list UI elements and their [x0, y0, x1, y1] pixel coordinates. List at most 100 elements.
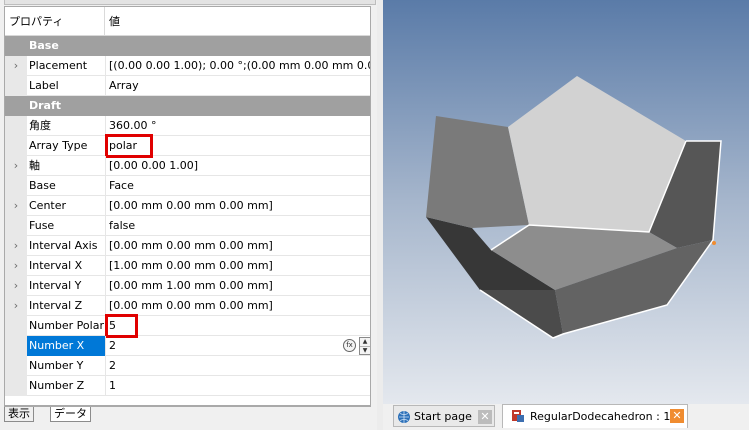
property-row-interval-z[interactable]: › Interval Z [0.00 mm 0.00 mm 0.00 mm]	[5, 296, 370, 316]
property-row-base[interactable]: Base Face	[5, 176, 370, 196]
spin-box[interactable]: ▲ ▼	[359, 337, 370, 355]
property-row-interval-axis[interactable]: › Interval Axis [0.00 mm 0.00 mm 0.00 mm]	[5, 236, 370, 256]
tab-data-label: データ	[54, 407, 87, 420]
property-value[interactable]: false	[105, 216, 370, 236]
property-row-interval-x[interactable]: › Interval X [1.00 mm 0.00 mm 0.00 mm]	[5, 256, 370, 276]
dodecahedron-render[interactable]	[383, 0, 749, 404]
freecad-globe-icon	[398, 411, 410, 423]
property-row-number-y[interactable]: Number Y 2	[5, 356, 370, 376]
property-value[interactable]: 360.00 °	[105, 116, 370, 136]
property-row-row-6[interactable]: › 軸 [0.00 0.00 1.00]	[5, 156, 370, 176]
expand-chevron-icon[interactable]: ›	[5, 56, 27, 76]
property-value-text: 1	[109, 379, 116, 392]
property-name[interactable]: Placement	[27, 56, 105, 76]
property-column-header[interactable]: プロパティ	[5, 7, 63, 36]
property-value[interactable]: [0.00 mm 0.00 mm 0.00 mm]	[105, 236, 370, 256]
row-gutter	[5, 336, 27, 356]
expand-chevron-icon[interactable]: ›	[5, 196, 27, 216]
property-value-text: Array	[109, 79, 139, 92]
property-value-text: 2	[109, 359, 116, 372]
property-value[interactable]: [0.00 mm 0.00 mm 0.00 mm]	[105, 296, 370, 316]
property-row-number-x[interactable]: Number X 2 fx ▲ ▼	[5, 336, 370, 356]
expand-chevron-icon[interactable]: ›	[5, 276, 27, 296]
property-row-number-z[interactable]: Number Z 1	[5, 376, 370, 396]
property-value-text: [0.00 mm 0.00 mm 0.00 mm]	[109, 299, 273, 312]
property-name[interactable]: Center	[27, 196, 105, 216]
property-table-header: プロパティ 値	[5, 7, 370, 36]
property-value[interactable]: [0.00 mm 1.00 mm 0.00 mm]	[105, 276, 370, 296]
property-value[interactable]: [0.00 mm 0.00 mm 0.00 mm]	[105, 196, 370, 216]
close-icon[interactable]: ✕	[478, 410, 492, 424]
property-view-panel: プロパティ 値 Base › Placement [(0.00 0.00 1.00);…	[0, 0, 383, 430]
group-header-draft[interactable]: Draft	[5, 96, 370, 116]
tab-view[interactable]: 表示	[4, 407, 34, 422]
tab-regular-dodecahedron[interactable]: RegularDodecahedron : 1* ✕	[502, 404, 688, 428]
tab-view-label: 表示	[8, 407, 30, 420]
property-row-placement[interactable]: › Placement [(0.00 0.00 1.00); 0.00 °;(0.0…	[5, 56, 370, 76]
tab-start-page[interactable]: Start page ✕	[393, 405, 495, 427]
row-gutter	[5, 116, 27, 136]
property-value[interactable]: 2	[105, 356, 370, 376]
property-name[interactable]: Number Polar	[27, 316, 105, 336]
property-row-fuse[interactable]: Fuse false	[5, 216, 370, 236]
property-name[interactable]: Interval X	[27, 256, 105, 276]
property-name[interactable]: Interval Y	[27, 276, 105, 296]
expand-chevron-icon[interactable]: ›	[5, 236, 27, 256]
property-value-text: false	[109, 219, 136, 232]
expand-chevron-icon[interactable]: ›	[5, 156, 27, 176]
group-label: Draft	[29, 99, 62, 112]
property-row-center[interactable]: › Center [0.00 mm 0.00 mm 0.00 mm]	[5, 196, 370, 216]
property-value[interactable]: Array	[105, 76, 370, 96]
property-name[interactable]: Interval Axis	[27, 236, 105, 256]
annotation-highlight-box	[105, 314, 138, 338]
expand-chevron-icon[interactable]: ›	[5, 256, 27, 276]
group-label: Base	[29, 39, 59, 52]
property-name[interactable]: Fuse	[27, 216, 105, 236]
expand-chevron-icon[interactable]: ›	[5, 296, 27, 316]
3d-viewport[interactable]	[383, 0, 749, 404]
property-value-text: [(0.00 0.00 1.00); 0.00 °;(0.00 mm 0.00 …	[109, 59, 370, 72]
property-value-editor[interactable]: 2	[105, 336, 370, 356]
row-gutter	[5, 356, 27, 376]
property-row-array-type[interactable]: Array Type polar	[5, 134, 370, 158]
expression-icon[interactable]: fx	[343, 339, 356, 352]
property-table: プロパティ 値 Base › Placement [(0.00 0.00 1.00);…	[4, 6, 371, 406]
property-value-text: [0.00 mm 1.00 mm 0.00 mm]	[109, 279, 273, 292]
property-value[interactable]: [(0.00 0.00 1.00); 0.00 °;(0.00 mm 0.00 …	[105, 56, 370, 76]
group-header-base[interactable]: Base	[5, 36, 370, 56]
freecad-document-icon	[512, 410, 524, 422]
property-name[interactable]: Array Type	[27, 136, 105, 156]
spin-down-icon[interactable]: ▼	[360, 346, 370, 354]
property-name[interactable]: Number X	[27, 336, 105, 356]
property-value-text: [0.00 mm 0.00 mm 0.00 mm]	[109, 239, 273, 252]
property-name[interactable]: Number Z	[27, 376, 105, 396]
property-name[interactable]: Base	[27, 176, 105, 196]
spin-up-icon[interactable]: ▲	[360, 338, 370, 346]
property-name[interactable]: Interval Z	[27, 296, 105, 316]
property-row-number-polar[interactable]: Number Polar 5	[5, 314, 370, 338]
panel-tab-bar: 表示 データ	[4, 407, 124, 423]
row-gutter	[5, 216, 27, 236]
property-name[interactable]: 軸	[27, 156, 105, 176]
property-value[interactable]: Face	[105, 176, 370, 196]
property-row-interval-y[interactable]: › Interval Y [0.00 mm 1.00 mm 0.00 mm]	[5, 276, 370, 296]
property-row-label[interactable]: Label Array	[5, 76, 370, 96]
close-icon[interactable]: ✕	[670, 409, 684, 423]
property-value-text: 2	[109, 339, 116, 352]
property-value[interactable]: 5	[105, 316, 370, 336]
property-name[interactable]: Label	[27, 76, 105, 96]
property-value[interactable]: [0.00 0.00 1.00]	[105, 156, 370, 176]
row-gutter	[5, 176, 27, 196]
tab-regular-dodecahedron-label: RegularDodecahedron : 1*	[530, 410, 676, 423]
property-value[interactable]: [1.00 mm 0.00 mm 0.00 mm]	[105, 256, 370, 276]
vertex-marker[interactable]	[712, 241, 716, 245]
tab-data[interactable]: データ	[50, 407, 91, 422]
property-name[interactable]: 角度	[27, 116, 105, 136]
row-gutter	[5, 76, 27, 96]
property-name[interactable]: Number Y	[27, 356, 105, 376]
property-row-row-4[interactable]: 角度 360.00 °	[5, 116, 370, 136]
property-value[interactable]: 1	[105, 376, 370, 396]
value-column-header[interactable]: 値	[105, 7, 120, 36]
row-gutter	[5, 136, 27, 156]
property-value-text: Face	[109, 179, 134, 192]
